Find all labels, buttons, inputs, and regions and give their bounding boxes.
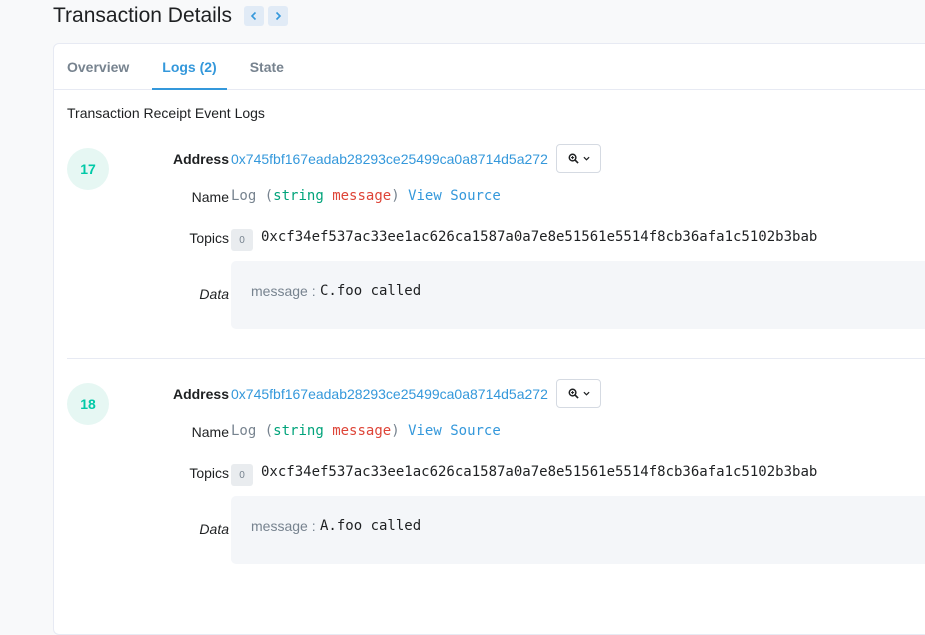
page-title: Transaction Details	[53, 4, 232, 27]
data-value: C.foo called	[320, 283, 422, 299]
caret-down-icon	[582, 156, 590, 161]
page-header: Transaction Details	[53, 4, 288, 28]
name-label: Name	[191, 424, 229, 440]
function-name: Log	[231, 188, 257, 204]
data-value: A.foo called	[320, 518, 422, 534]
zoom-icon	[568, 153, 579, 164]
param-type: string	[273, 423, 324, 439]
address-search-dropdown[interactable]	[556, 144, 601, 173]
function-name: Log	[231, 423, 257, 439]
data-box: message : C.foo called	[231, 261, 925, 329]
topics-label: Topics	[189, 230, 229, 246]
address-link[interactable]: 0x745fbf167eadab28293ce25499ca0a8714d5a2…	[231, 151, 548, 167]
transaction-card: Overview Logs (2) State Transaction Rece…	[53, 43, 925, 635]
prev-transaction-button[interactable]	[243, 6, 264, 26]
data-box: message : A.foo called	[231, 496, 925, 564]
data-key: message :	[251, 283, 316, 299]
chevron-right-icon	[275, 11, 282, 21]
param-type: string	[273, 188, 324, 204]
address-search-dropdown[interactable]	[556, 379, 601, 408]
paren-open: (	[264, 188, 274, 204]
tab-bar: Overview Logs (2) State	[54, 44, 925, 90]
topic-index-badge: 0	[231, 229, 253, 251]
view-source-link[interactable]: View Source	[408, 188, 501, 204]
chevron-left-icon	[250, 11, 257, 21]
address-label: Address	[172, 386, 229, 402]
section-title: Transaction Receipt Event Logs	[67, 105, 265, 121]
data-label: Data	[199, 286, 229, 302]
caret-down-icon	[582, 391, 590, 396]
event-signature: Log (string message) View Source	[231, 423, 501, 439]
param-name: message	[332, 423, 392, 439]
event-signature: Log (string message) View Source	[231, 188, 501, 204]
data-key: message :	[251, 518, 316, 534]
log-divider	[67, 358, 925, 359]
topic-hash: 0xcf34ef537ac33ee1ac626ca1587a0a7e8e5156…	[261, 229, 818, 245]
address-link[interactable]: 0x745fbf167eadab28293ce25499ca0a8714d5a2…	[231, 386, 548, 402]
zoom-icon	[568, 388, 579, 399]
name-label: Name	[191, 189, 229, 205]
param-name: message	[332, 188, 392, 204]
paren-close: )	[391, 423, 400, 439]
tab-logs[interactable]: Logs (2)	[152, 44, 228, 90]
topic-index-badge: 0	[231, 464, 253, 486]
log-index-badge: 18	[67, 383, 109, 425]
topic-hash: 0xcf34ef537ac33ee1ac626ca1587a0a7e8e5156…	[261, 464, 818, 480]
paren-open: (	[264, 423, 274, 439]
paren-close: )	[391, 188, 400, 204]
topics-label: Topics	[189, 465, 229, 481]
tab-overview[interactable]: Overview	[67, 44, 139, 89]
tab-state[interactable]: State	[240, 44, 294, 89]
data-label: Data	[199, 521, 229, 537]
view-source-link[interactable]: View Source	[408, 423, 501, 439]
next-transaction-button[interactable]	[267, 6, 288, 26]
address-label: Address	[172, 151, 229, 167]
log-index-badge: 17	[67, 148, 109, 190]
